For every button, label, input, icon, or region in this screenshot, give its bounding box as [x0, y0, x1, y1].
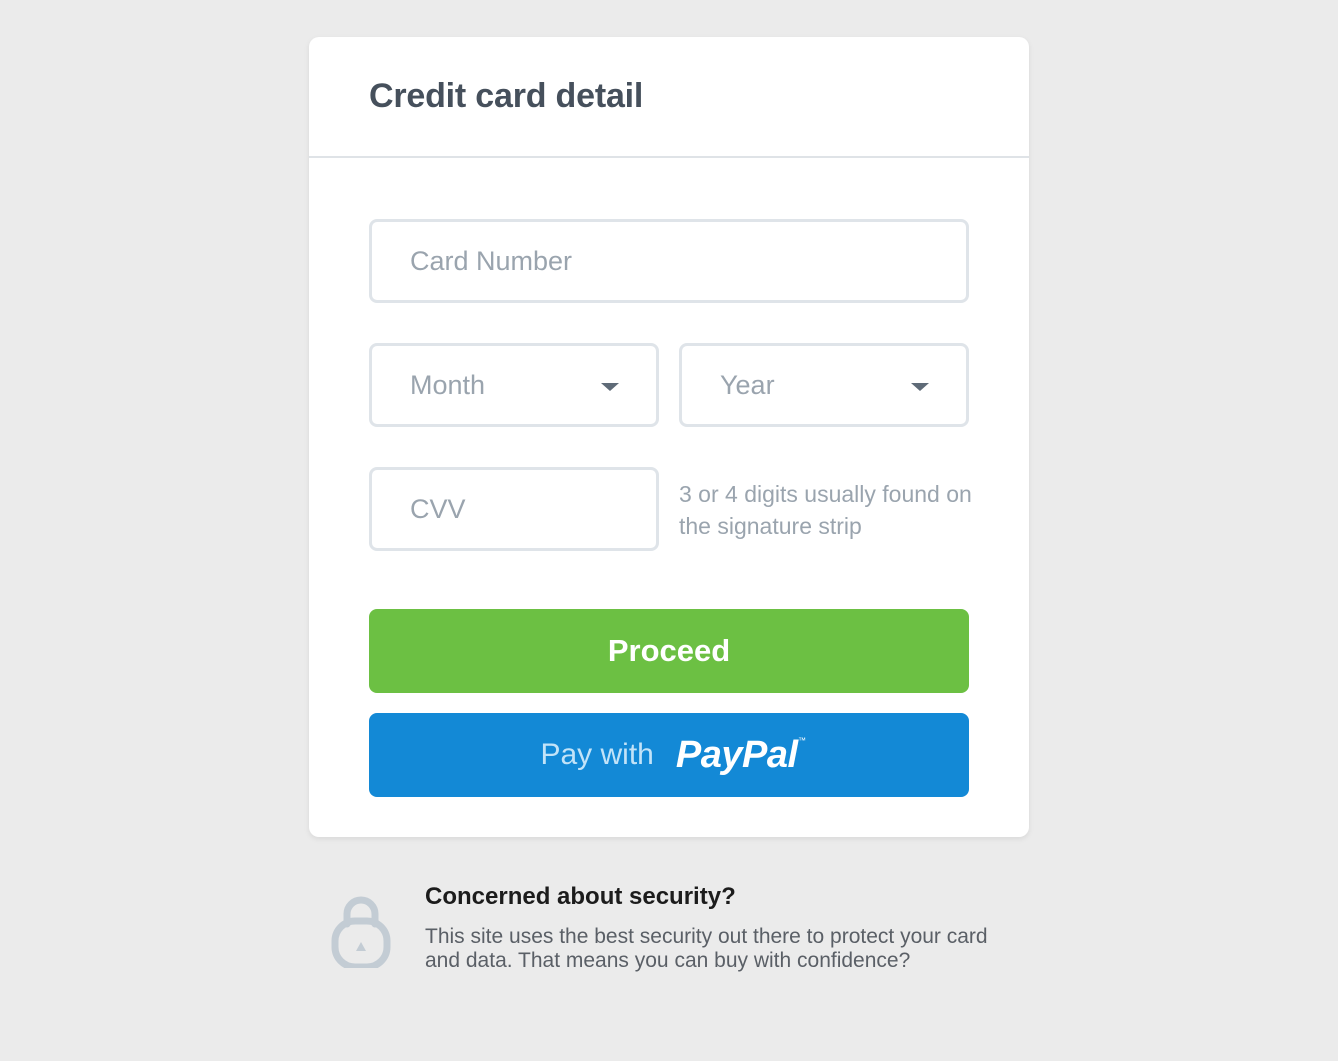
- card-number-field[interactable]: [369, 219, 969, 303]
- card-header: Credit card detail: [309, 37, 1029, 158]
- year-select[interactable]: Year: [679, 343, 969, 427]
- cvv-field[interactable]: [369, 467, 659, 551]
- month-select-label: Month: [410, 369, 486, 400]
- security-notice: Concerned about security? This site uses…: [331, 880, 1031, 980]
- year-select-label: Year: [720, 369, 775, 400]
- page-title: Credit card detail: [369, 77, 644, 115]
- proceed-button[interactable]: Proceed: [369, 609, 969, 693]
- lock-icon: [331, 896, 391, 968]
- paypal-trademark: ™: [798, 735, 806, 745]
- chevron-down-icon: [601, 383, 619, 391]
- security-title: Concerned about security?: [425, 883, 736, 910]
- paypal-button-prefix: Pay with: [540, 738, 654, 771]
- paypal-logo: PayPal ™: [675, 733, 806, 777]
- cvv-hint: 3 or 4 digits usually found on the signa…: [679, 481, 972, 539]
- paypal-logo-text: PayPal: [675, 733, 798, 776]
- credit-card-panel: Credit card detail Month Year 3 or 4 dig…: [309, 37, 1029, 837]
- card-number-input[interactable]: [410, 222, 966, 300]
- cvv-input[interactable]: [410, 470, 656, 548]
- month-select[interactable]: Month: [369, 343, 659, 427]
- chevron-down-icon: [911, 383, 929, 391]
- security-text: This site uses the best security out the…: [425, 925, 988, 972]
- paypal-button[interactable]: Pay with PayPal ™: [369, 713, 969, 797]
